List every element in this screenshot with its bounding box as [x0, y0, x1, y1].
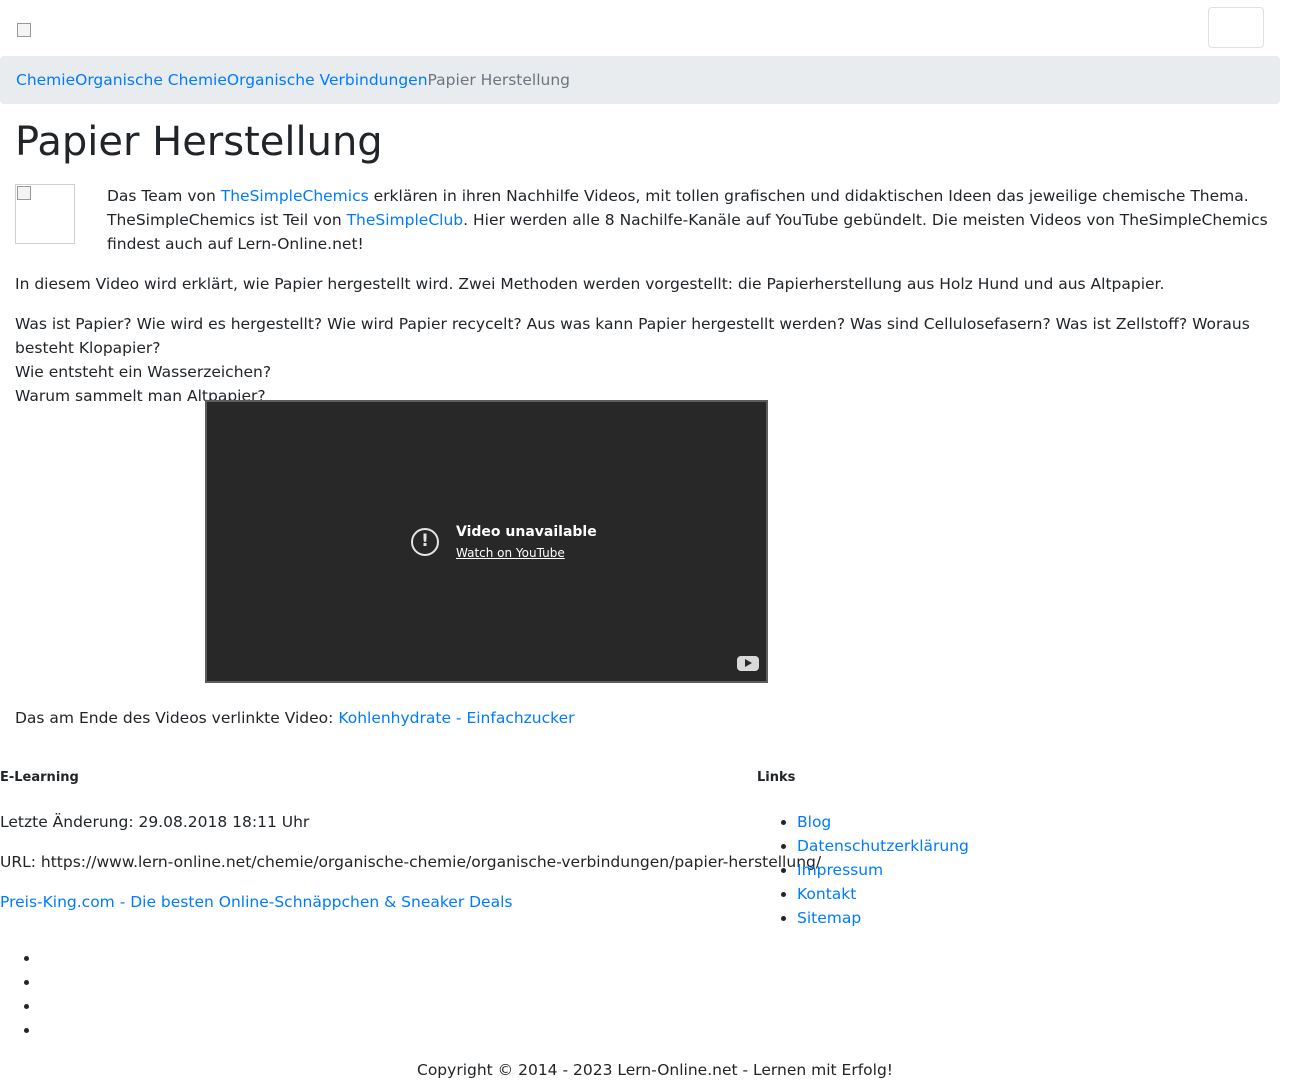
- list-item: Datenschutzerklärung: [797, 834, 969, 858]
- sitemap-link[interactable]: Sitemap: [797, 909, 861, 927]
- impressum-link[interactable]: Impressum: [797, 861, 883, 879]
- alert-icon: !: [411, 528, 439, 556]
- breadcrumb-organische-chemie[interactable]: Organische Chemie: [75, 71, 227, 89]
- footer-elearning-heading: E-Learning: [0, 770, 79, 785]
- copyright-text: Copyright © 2014 - 2023 Lern-Online.net …: [417, 1061, 893, 1079]
- video-description: In diesem Video wird erklärt, wie Papier…: [15, 275, 1165, 293]
- social-links-list: [0, 946, 40, 1042]
- last-change-text: Letzte Änderung: 29.08.2018 18:11 Uhr: [0, 813, 310, 831]
- kontakt-link[interactable]: Kontakt: [797, 885, 856, 903]
- thesimpleclub-link[interactable]: TheSimpleClub: [347, 211, 464, 229]
- preis-king-link[interactable]: Preis-King.com - Die besten Online-Schnä…: [0, 893, 512, 911]
- breadcrumb: Chemie Organische Chemie Organische Verbin…: [0, 56, 1280, 104]
- linked-video-link[interactable]: Kohlenhydrate - Einfachzucker: [338, 709, 574, 727]
- video-questions: Was ist Papier? Wie wird es hergestellt?…: [15, 315, 1250, 405]
- intro-text: Das Team von TheSimpleChemics erklären i…: [107, 187, 1268, 253]
- site-logo-image[interactable]: [16, 22, 32, 38]
- blog-link[interactable]: Blog: [797, 813, 831, 831]
- footer-links-list: Blog Datenschutzerklärung Impressum Kont…: [757, 810, 969, 930]
- breadcrumb-chemie[interactable]: Chemie: [16, 71, 75, 89]
- broken-image-icon: [17, 23, 31, 37]
- page-title: Papier Herstellung: [15, 119, 383, 165]
- youtube-logo-icon[interactable]: [737, 656, 759, 671]
- breadcrumb-current: Papier Herstellung: [427, 71, 571, 89]
- list-item: Impressum: [797, 858, 969, 882]
- linked-video-text: Das am Ende des Videos verlinkte Video: …: [15, 709, 575, 727]
- footer-links-heading: Links: [757, 770, 796, 785]
- youtube-video-embed[interactable]: ! Video unavailable Watch on YouTube: [205, 400, 768, 683]
- play-icon: [745, 659, 752, 667]
- list-item: Blog: [797, 810, 969, 834]
- broken-image-icon: [17, 186, 31, 200]
- list-item: Sitemap: [797, 906, 969, 930]
- ad-link-paragraph: Preis-King.com - Die besten Online-Schnä…: [0, 890, 512, 914]
- datenschutz-link[interactable]: Datenschutzerklärung: [797, 837, 969, 855]
- video-unavailable-text: Video unavailable: [456, 524, 597, 540]
- thesimplechemics-link[interactable]: TheSimpleChemics: [221, 187, 369, 205]
- breadcrumb-organische-verbindungen[interactable]: Organische Verbindungen: [227, 71, 428, 89]
- watch-on-youtube-link[interactable]: Watch on YouTube: [456, 546, 565, 560]
- list-item: Kontakt: [797, 882, 969, 906]
- thesimplechemics-image: [15, 184, 75, 244]
- navbar-toggle-button[interactable]: [1208, 7, 1264, 48]
- page-url-text: URL: https://www.lern-online.net/chemie/…: [0, 853, 822, 871]
